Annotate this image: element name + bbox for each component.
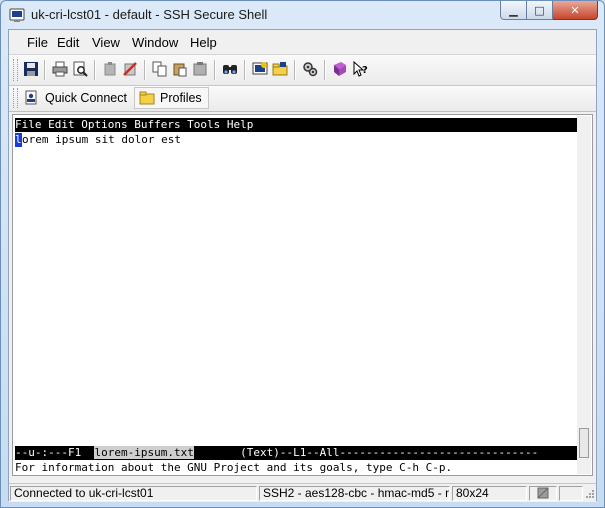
emacs-menu-bar[interactable]: File Edit Options Buffers Tools Help — [15, 118, 577, 132]
window-controls: ▁ □ ✕ — [500, 1, 598, 21]
toolbar-separator — [44, 60, 46, 80]
context-help-icon[interactable]: ? — [351, 60, 369, 78]
mode-line-buffer-name: lorem-ipsum.txt — [94, 446, 194, 459]
find-icon[interactable] — [221, 60, 239, 78]
menu-bar: File Edit View Window Help — [9, 30, 596, 55]
terminal-screen[interactable]: File Edit Options Buffers Tools Help lor… — [12, 114, 593, 476]
quickbar-grip[interactable] — [13, 88, 18, 108]
paste-disabled-icon[interactable] — [101, 60, 119, 78]
svg-text:?: ? — [362, 65, 368, 76]
copy-icon[interactable] — [151, 60, 169, 78]
toolbar-grip[interactable] — [13, 59, 18, 81]
toolbar-separator — [144, 60, 146, 80]
mode-line-prefix: --u-:---F1 — [15, 446, 95, 459]
toolbar-separator — [294, 60, 296, 80]
quick-connect-button[interactable]: Quick Connect — [23, 87, 127, 109]
toolbar-separator — [214, 60, 216, 80]
close-button[interactable]: ✕ — [553, 1, 598, 20]
new-terminal-icon[interactable] — [251, 60, 269, 78]
profiles-button[interactable]: Profiles — [134, 87, 209, 109]
client-area: File Edit View Window Help ? Quick Conne… — [8, 29, 597, 502]
status-lock-icon — [529, 486, 557, 501]
paste-special-icon[interactable] — [191, 60, 209, 78]
quick-connect-label: Quick Connect — [45, 91, 127, 105]
quick-connect-bar: Quick Connect Profiles — [9, 86, 596, 112]
ssh-window: uk-cri-lcst01 - default - SSH Secure She… — [0, 0, 605, 508]
minimize-button[interactable]: ▁ — [500, 1, 527, 20]
toolbar-separator — [324, 60, 326, 80]
folder-icon — [139, 90, 155, 106]
quick-connect-icon — [23, 90, 39, 106]
menu-view[interactable]: View — [92, 35, 120, 50]
status-cipher: SSH2 - aes128-cbc - hmac-md5 - nc — [259, 486, 450, 501]
settings-icon[interactable] — [301, 60, 319, 78]
sftp-icon[interactable] — [271, 60, 289, 78]
minimize-icon: ▁ — [509, 3, 518, 17]
window-title: uk-cri-lcst01 - default - SSH Secure She… — [31, 7, 268, 22]
menu-edit[interactable]: Edit — [57, 35, 79, 50]
help-book-icon[interactable] — [331, 60, 349, 78]
text-line-content: orem ipsum sit dolor est — [22, 133, 181, 146]
close-icon: ✕ — [570, 3, 580, 17]
profiles-label: Profiles — [160, 91, 202, 105]
status-connection: Connected to uk-cri-lcst01 — [10, 486, 257, 501]
menu-window[interactable]: Window — [132, 35, 178, 50]
print-icon[interactable] — [51, 60, 69, 78]
title-bar[interactable]: uk-cri-lcst01 - default - SSH Secure She… — [1, 1, 604, 28]
status-bar: Connected to uk-cri-lcst01 SSH2 - aes128… — [9, 483, 596, 502]
paste-icon[interactable] — [171, 60, 189, 78]
emacs-mode-line: --u-:---F1 lorem-ipsum.txt (Text)--L1--A… — [15, 446, 577, 460]
toolbar: ? — [9, 55, 596, 86]
text-line: lorem ipsum sit dolor est — [15, 133, 181, 147]
save-icon[interactable] — [22, 60, 40, 78]
status-blank-cell — [559, 486, 583, 501]
maximize-button[interactable]: □ — [527, 1, 553, 20]
maximize-icon: □ — [534, 3, 545, 17]
menu-help[interactable]: Help — [190, 35, 217, 50]
text-cursor: l — [15, 133, 22, 147]
toolbar-separator — [244, 60, 246, 80]
mode-line-suffix: (Text)--L1--All-------------------------… — [193, 446, 539, 459]
scrollbar-thumb[interactable] — [579, 428, 589, 458]
toolbar-separator — [94, 60, 96, 80]
emacs-echo-area: For information about the GNU Project an… — [15, 461, 453, 474]
vertical-scrollbar[interactable] — [577, 116, 591, 474]
ssh-app-icon — [9, 7, 25, 23]
disconnect-icon[interactable] — [121, 60, 139, 78]
status-terminal-size: 80x24 — [452, 486, 527, 501]
menu-file[interactable]: File — [27, 35, 48, 50]
resize-grip-icon[interactable] — [584, 488, 595, 502]
print-preview-icon[interactable] — [71, 60, 89, 78]
